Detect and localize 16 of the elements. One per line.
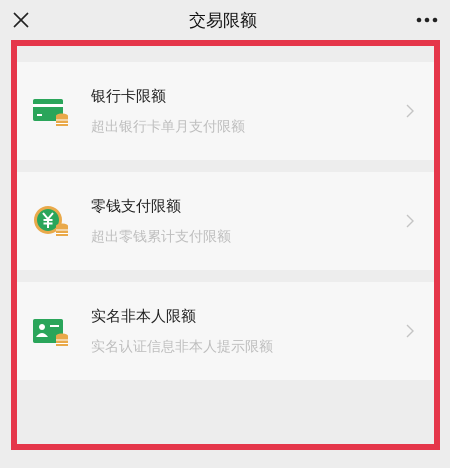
limit-item[interactable]: 银行卡限额 超出银行卡单月支付限额 (17, 62, 434, 160)
chevron-icon (406, 214, 414, 228)
more-icon[interactable] (416, 17, 438, 23)
item-title: 银行卡限额 (91, 86, 167, 106)
item-subtitle: 超出银行卡单月支付限额 (91, 118, 246, 136)
chevron-icon (406, 324, 414, 338)
chevron-icon (406, 104, 414, 118)
item-title: 实名非本人限额 (91, 306, 197, 326)
item-title: 零钱支付限额 (91, 196, 182, 216)
close-icon[interactable] (12, 11, 30, 29)
yen-coin-icon (31, 203, 71, 239)
page-title: 交易限额 (189, 10, 257, 32)
item-subtitle: 实名认证信息非本人提示限额 (91, 338, 274, 356)
limit-item[interactable]: 零钱支付限额 超出零钱累计支付限额 (17, 172, 434, 270)
limit-item[interactable]: 实名非本人限额 实名认证信息非本人提示限额 (17, 282, 434, 380)
item-subtitle: 超出零钱累计支付限额 (91, 228, 232, 246)
